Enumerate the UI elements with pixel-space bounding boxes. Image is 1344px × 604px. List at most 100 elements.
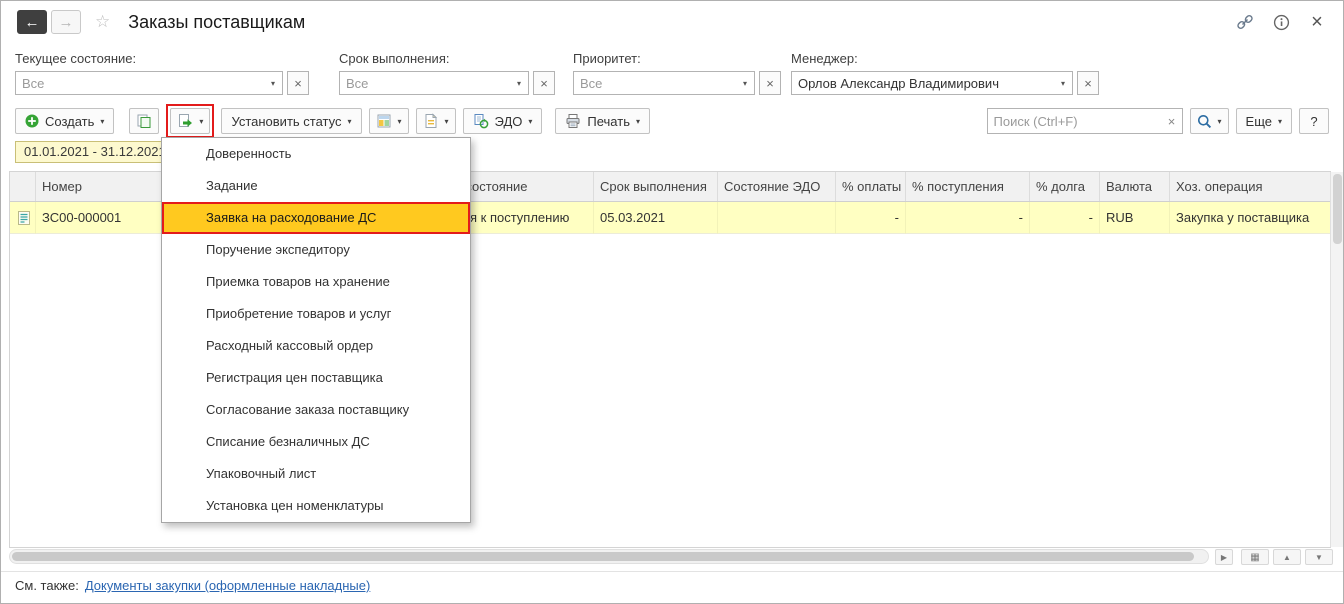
help-button[interactable]: ? — [1299, 108, 1329, 134]
see-also-label: См. также: — [15, 578, 79, 593]
chevron-down-icon[interactable]: ▾ — [510, 72, 528, 94]
caret-down-icon: ▾ — [1277, 116, 1282, 126]
horizontal-scrollbar-thumb[interactable] — [12, 552, 1194, 561]
forward-arrow-icon: → — [58, 13, 74, 31]
menu-item[interactable]: Расходный кассовый ордер — [162, 330, 470, 362]
menu-item[interactable]: Списание безналичных ДС — [162, 426, 470, 458]
current-state-combobox[interactable]: ▾ — [15, 71, 283, 95]
search-field[interactable]: × — [986, 108, 1183, 134]
column-header-number[interactable]: Номер — [36, 172, 172, 201]
create-based-on-icon — [177, 113, 193, 129]
cell-due-date: 05.03.2021 — [594, 202, 718, 234]
forward-button[interactable]: → — [51, 10, 81, 34]
menu-item[interactable]: Регистрация цен поставщика — [162, 362, 470, 394]
search-input[interactable] — [987, 113, 1162, 129]
documents-button[interactable]: ▾ — [415, 108, 456, 134]
menu-item-highlighted[interactable]: Заявка на расходование ДС — [162, 202, 470, 234]
menu-item[interactable]: Поручение экспедитору — [162, 234, 470, 266]
search-button[interactable]: ▾ — [1189, 108, 1229, 134]
priority-input[interactable] — [574, 72, 736, 94]
manager-input[interactable] — [792, 72, 1054, 94]
manager-combobox[interactable]: ▾ — [791, 71, 1073, 95]
info-icon[interactable] — [1271, 12, 1291, 32]
caret-down-icon: ▾ — [199, 116, 204, 126]
chevron-down-icon[interactable]: ▾ — [736, 72, 754, 94]
caret-down-icon: ▾ — [397, 116, 402, 126]
footer: См. также: Документы закупки (оформленны… — [15, 578, 370, 593]
due-date-input[interactable] — [340, 72, 510, 94]
cell-edo-state — [718, 202, 836, 234]
caret-down-icon: ▾ — [444, 116, 449, 126]
clear-filter-button[interactable]: × — [533, 71, 555, 95]
menu-item[interactable]: Доверенность — [162, 138, 470, 170]
create-based-on-button[interactable]: ▾ — [170, 108, 211, 134]
document-icon — [423, 113, 439, 129]
column-header-debt-percent[interactable]: % долга — [1030, 172, 1100, 201]
caret-down-icon: ▾ — [528, 116, 533, 126]
column-header-edo-state[interactable]: Состояние ЭДО — [718, 172, 836, 201]
scroll-up-button[interactable]: ▲ — [1273, 549, 1301, 565]
scroll-down-button[interactable]: ▼ — [1305, 549, 1333, 565]
help-label: ? — [1310, 113, 1318, 129]
priority-combobox[interactable]: ▾ — [573, 71, 755, 95]
clear-filter-button[interactable]: × — [1077, 71, 1099, 95]
create-button[interactable]: Создать ▾ — [15, 108, 115, 134]
clear-search-icon[interactable]: × — [1162, 114, 1182, 129]
filter-manager: Менеджер: ▾ × — [791, 51, 1099, 95]
edo-button[interactable]: ЭДО ▾ — [462, 108, 543, 134]
chevron-down-icon[interactable]: ▾ — [264, 72, 282, 94]
filter-due-date: Срок выполнения: ▾ × — [339, 51, 555, 95]
filter-label: Приоритет: — [573, 51, 641, 66]
column-header-due-date[interactable]: Срок выполнения — [594, 172, 718, 201]
app-window: ← → ☆ Заказы поставщикам × Текущее состо… — [0, 0, 1344, 604]
filter-label: Срок выполнения: — [339, 51, 450, 66]
column-header-receipt-percent[interactable]: % поступления — [906, 172, 1030, 201]
report-icon — [376, 113, 392, 129]
copy-icon — [136, 113, 152, 129]
cell-operation: Закупка у поставщика — [1170, 202, 1332, 234]
copy-button[interactable] — [129, 108, 160, 134]
column-header-operation[interactable]: Хоз. операция — [1170, 172, 1332, 201]
horizontal-scrollbar[interactable] — [9, 549, 1209, 564]
grid-settings-button[interactable]: ▦ — [1241, 549, 1269, 565]
menu-item[interactable]: Задание — [162, 170, 470, 202]
vertical-scrollbar[interactable] — [1330, 172, 1343, 547]
purchase-documents-link[interactable]: Документы закупки (оформленные накладные… — [85, 578, 371, 593]
set-status-label: Установить статус — [231, 113, 342, 129]
more-button[interactable]: Еще ▾ — [1235, 108, 1292, 134]
column-header-currency[interactable]: Валюта — [1100, 172, 1170, 201]
cell-debt-percent: - — [1030, 202, 1100, 234]
cell-payment-percent: - — [836, 202, 906, 234]
filter-current-state: Текущее состояние: ▾ × — [15, 51, 309, 95]
create-button-label: Создать — [45, 113, 95, 129]
chevron-down-icon[interactable]: ▾ — [1054, 72, 1072, 94]
due-date-combobox[interactable]: ▾ — [339, 71, 529, 95]
favorite-star-icon[interactable]: ☆ — [95, 12, 110, 32]
close-icon[interactable]: × — [1307, 12, 1327, 32]
edo-label: ЭДО — [494, 113, 523, 129]
menu-item[interactable]: Приобретение товаров и услуг — [162, 298, 470, 330]
link-icon[interactable] — [1235, 12, 1255, 32]
clear-filter-button[interactable]: × — [759, 71, 781, 95]
cell-receipt-percent: - — [906, 202, 1030, 234]
print-button[interactable]: Печать ▾ — [555, 108, 650, 134]
menu-item[interactable]: Согласование заказа поставщику — [162, 394, 470, 426]
vertical-scrollbar-thumb[interactable] — [1333, 174, 1342, 244]
current-state-input[interactable] — [16, 72, 264, 94]
filter-priority: Приоритет: ▾ × — [573, 51, 781, 95]
scroll-right-button[interactable]: ▶ — [1215, 549, 1233, 565]
back-button[interactable]: ← — [17, 10, 47, 34]
caret-down-icon: ▾ — [347, 116, 352, 126]
order-document-icon — [16, 210, 32, 226]
caret-down-icon: ▾ — [100, 116, 105, 126]
menu-item[interactable]: Установка цен номенклатуры — [162, 490, 470, 522]
clear-filter-button[interactable]: × — [287, 71, 309, 95]
plus-icon — [25, 114, 39, 128]
reports-button[interactable]: ▾ — [368, 108, 409, 134]
column-header-payment-percent[interactable]: % оплаты — [836, 172, 906, 201]
menu-item[interactable]: Упаковочный лист — [162, 458, 470, 490]
set-status-button[interactable]: Установить статус ▾ — [221, 108, 362, 134]
column-header-icon[interactable] — [10, 172, 36, 201]
titlebar-actions: × — [1235, 12, 1327, 32]
menu-item[interactable]: Приемка товаров на хранение — [162, 266, 470, 298]
